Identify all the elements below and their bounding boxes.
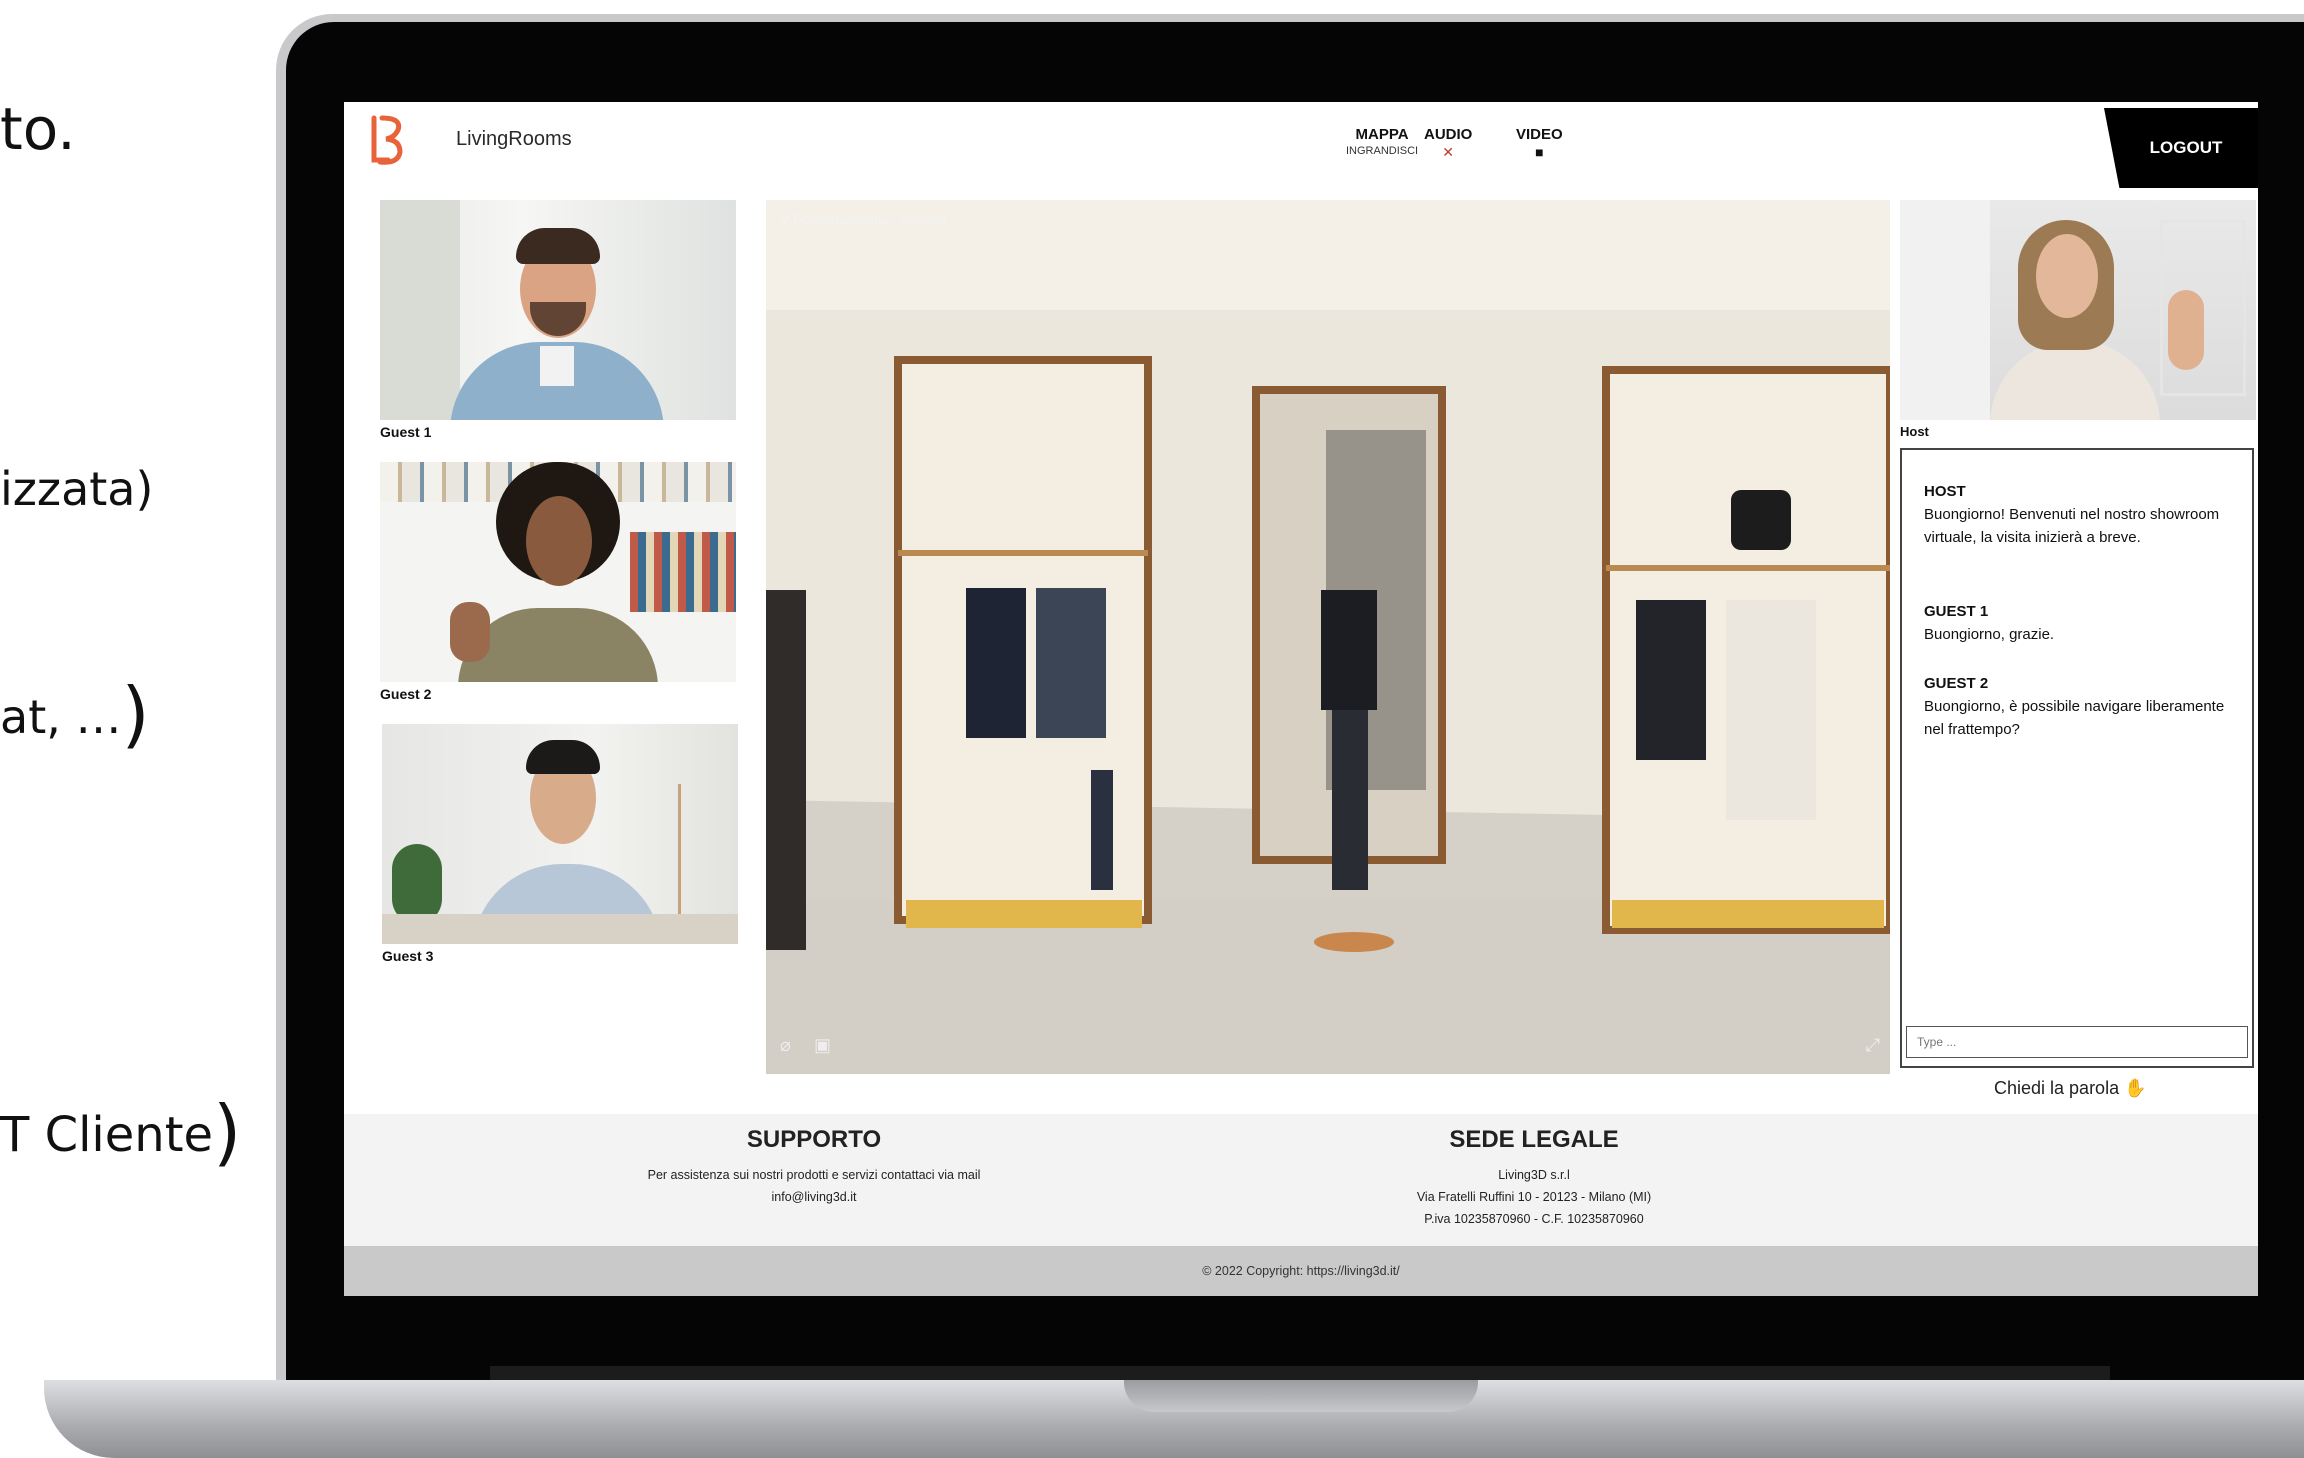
- host-label: Host: [1900, 424, 1929, 439]
- video-button[interactable]: VIDEO ■: [1516, 126, 1563, 160]
- map-sublabel: INGRANDISCI: [1346, 145, 1419, 157]
- app-screen: LivingRooms MAPPA INGRANDISCI AUDIO ✕ VI…: [344, 102, 2258, 1296]
- virtual-tour-viewer[interactable]: ⚲ Dolce&Gabbana - Venezia ⌀ ▣ ⤢: [766, 200, 1890, 1074]
- fullscreen-icon[interactable]: ⤢: [1866, 1035, 1880, 1056]
- slide-text-4-content: T Cliente: [0, 1107, 214, 1163]
- slide-text-1: to.: [0, 95, 76, 163]
- chat-author: GUEST 1: [1924, 603, 1989, 620]
- chat-message: GUEST 1 Buongiorno, grazie.: [1924, 600, 2244, 646]
- footer-support-text: Per assistenza sui nostri prodotti e ser…: [647, 1168, 981, 1182]
- top-bar: LivingRooms MAPPA INGRANDISCI AUDIO ✕ VI…: [344, 102, 2258, 188]
- guest-2-label: Guest 2: [380, 686, 432, 702]
- footer-legal-company: Living3D s.r.l: [1498, 1168, 1570, 1182]
- footer-legal-address: Via Fratelli Ruffini 10 - 20123 - Milano…: [1416, 1190, 1652, 1204]
- host-top: [1990, 340, 2160, 420]
- guest-3-video-feed: [382, 724, 738, 944]
- slide-text-3: at, …): [0, 672, 150, 756]
- host-face: [2036, 234, 2098, 318]
- copyright-bar: © 2022 Copyright: https://living3d.it/: [344, 1246, 2258, 1296]
- raise-hand-button[interactable]: Chiedi la parola ✋: [1994, 1078, 2147, 1099]
- chat-text: Buongiorno, grazie.: [1924, 626, 2055, 643]
- footer-support-email[interactable]: info@living3d.it: [594, 1186, 1034, 1208]
- guest-2-books: [630, 532, 736, 612]
- guest-3-desk: [382, 914, 738, 944]
- guest-video-3[interactable]: Guest 3: [382, 724, 738, 964]
- camera-icon: ■: [1535, 144, 1544, 160]
- floorplan-tool-icon[interactable]: ▣: [814, 1035, 831, 1056]
- video-label: VIDEO: [1516, 126, 1563, 143]
- guest-2-hand: [450, 602, 490, 662]
- slide-text-4: T Cliente): [0, 1090, 241, 1174]
- guest-2-video-feed: [380, 462, 736, 682]
- chat-panel: HOST Buongiorno! Benvenuti nel nostro sh…: [1900, 448, 2254, 1068]
- host-waving-hand: [2168, 290, 2204, 370]
- laptop-notch: [1124, 1380, 1478, 1412]
- host-video[interactable]: Host: [1900, 200, 2256, 439]
- slide-paren-4: ): [213, 1090, 242, 1174]
- tour-location: ⚲ Dolce&Gabbana - Venezia: [780, 212, 946, 228]
- guest-3-hair: [526, 740, 600, 774]
- raise-hand-label: Chiedi la parola: [1994, 1078, 2120, 1098]
- host-video-feed: [1900, 200, 2256, 420]
- guest-1-hair: [516, 228, 600, 264]
- guest-1-shelf: [380, 200, 460, 420]
- chat-text: Buongiorno! Benvenuti nel nostro showroo…: [1924, 506, 2220, 546]
- guest-1-tshirt: [540, 346, 574, 386]
- mic-muted-icon: ✕: [1442, 144, 1455, 160]
- map-label: MAPPA: [1355, 126, 1409, 143]
- slide-text-3-content: at, …: [0, 690, 122, 744]
- guest-1-label: Guest 1: [380, 424, 432, 440]
- measure-tool-icon[interactable]: ⌀: [780, 1035, 791, 1056]
- footer-legal-vat: P.iva 10235870960 - C.F. 10235870960: [1424, 1212, 1644, 1226]
- guest-video-1[interactable]: Guest 1: [380, 200, 736, 440]
- footer-support: SUPPORTO Per assistenza sui nostri prodo…: [594, 1126, 1034, 1208]
- chat-author: GUEST 2: [1924, 675, 1989, 692]
- audio-button[interactable]: AUDIO ✕: [1424, 126, 1472, 161]
- guest-3-label: Guest 3: [382, 948, 434, 964]
- chat-text: Buongiorno, è possibile navigare liberam…: [1924, 698, 2225, 738]
- guest-1-video-feed: [380, 200, 736, 420]
- chat-input[interactable]: [1906, 1026, 2248, 1058]
- map-button[interactable]: MAPPA INGRANDISCI: [1346, 126, 1418, 157]
- guest-video-2[interactable]: Guest 2: [380, 462, 736, 702]
- chat-message: GUEST 2 Buongiorno, è possibile navigare…: [1924, 672, 2244, 741]
- host-door: [1900, 200, 1990, 420]
- guest-2-face: [526, 496, 592, 586]
- app-brand-name: LivingRooms: [456, 128, 572, 150]
- footer-support-title: SUPPORTO: [746, 1126, 882, 1153]
- audio-label: AUDIO: [1424, 126, 1473, 143]
- footer: SUPPORTO Per assistenza sui nostri prodo…: [344, 1114, 2258, 1246]
- showroom-scene: [766, 200, 1890, 1074]
- guest-3-plant: [392, 844, 442, 924]
- raised-hand-icon: ✋: [2124, 1078, 2147, 1098]
- tour-location-text: Dolce&Gabbana - Venezia: [793, 212, 947, 227]
- slide-text-2: izzata): [0, 462, 154, 516]
- logout-button[interactable]: LOGOUT: [2104, 108, 2258, 188]
- chat-author: HOST: [1924, 483, 1966, 500]
- footer-legal-title: SEDE LEGALE: [1449, 1126, 1619, 1153]
- location-pin-icon: ⚲: [780, 212, 790, 227]
- footer-legal: SEDE LEGALE Living3D s.r.l Via Fratelli …: [1344, 1126, 1724, 1230]
- chat-message: HOST Buongiorno! Benvenuti nel nostro sh…: [1924, 480, 2244, 549]
- laptop-hinge: [490, 1366, 2110, 1380]
- living3d-logo-icon: [371, 115, 403, 165]
- slide-paren-3: ): [121, 672, 150, 756]
